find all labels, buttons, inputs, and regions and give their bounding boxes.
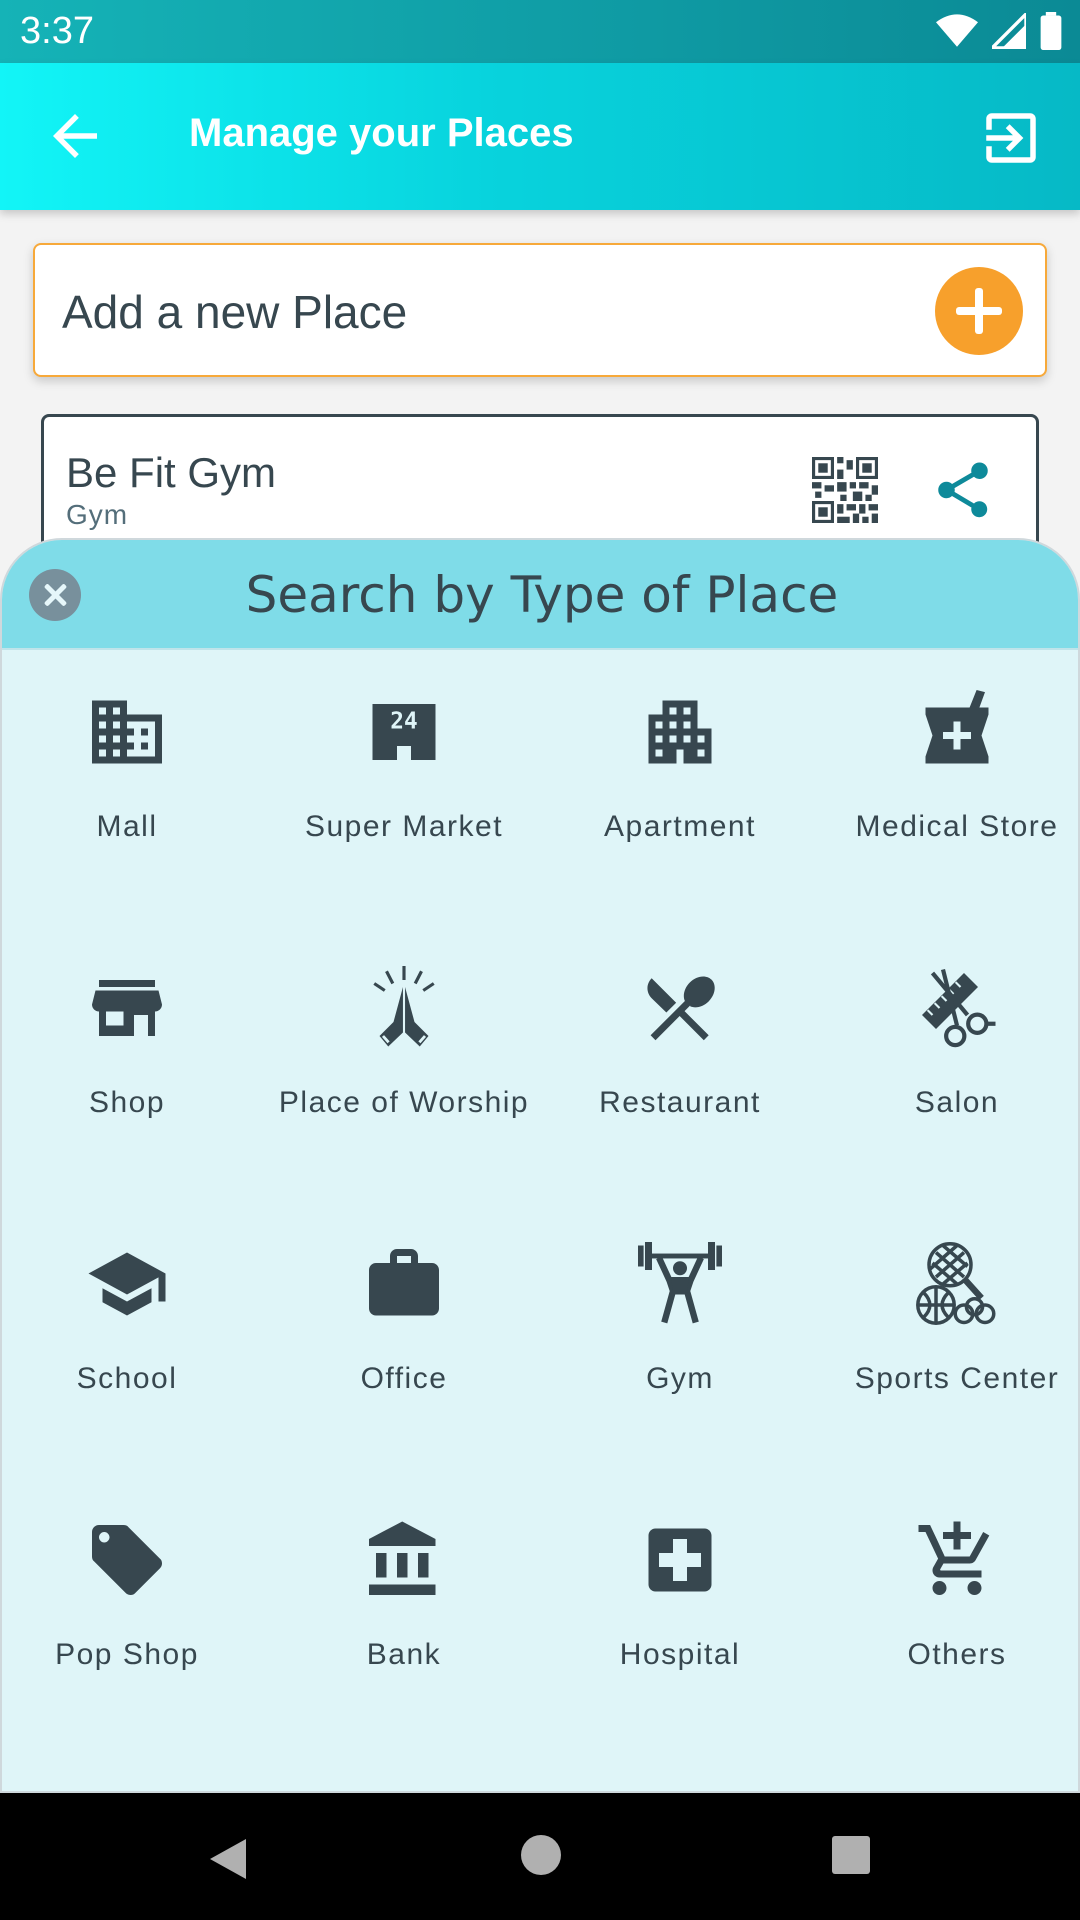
share-icon[interactable]	[930, 457, 996, 523]
place-type-medical-store[interactable]: Medical Store	[819, 690, 1078, 845]
place-name: Be Fit Gym	[66, 449, 277, 496]
status-time: 3:37	[20, 10, 94, 52]
place-type-label: Sports Center	[854, 1362, 1060, 1395]
back-arrow-icon[interactable]	[42, 103, 108, 169]
place-type-gym[interactable]: Gym	[542, 1242, 818, 1397]
place-type-label: Place of Worship	[278, 1086, 530, 1119]
place-type-label: Medical Store	[855, 810, 1059, 843]
store-24-icon: 24	[372, 704, 436, 760]
weightlifter-icon	[638, 1242, 722, 1324]
briefcase-icon	[369, 1249, 439, 1316]
place-type: Gym	[66, 499, 129, 530]
place-type-place-of-worship[interactable]: Place of Worship	[266, 966, 542, 1121]
status-bar: 3:37	[0, 0, 1080, 63]
place-type-label: Restaurant	[599, 1086, 761, 1119]
place-type-others[interactable]: Others	[819, 1518, 1078, 1673]
place-type-bank[interactable]: Bank	[266, 1518, 542, 1673]
storefront-icon	[92, 980, 162, 1036]
place-type-salon[interactable]: Salon	[819, 966, 1078, 1121]
status-icons	[936, 12, 1062, 50]
place-type-office[interactable]: Office	[266, 1242, 542, 1397]
place-type-hospital[interactable]: Hospital	[542, 1518, 818, 1673]
utensils-icon	[647, 976, 715, 1041]
exit-to-app-icon[interactable]	[978, 105, 1044, 171]
place-type-label: Salon	[914, 1086, 1000, 1119]
place-type-restaurant[interactable]: Restaurant	[542, 966, 818, 1121]
place-type-label: Shop	[88, 1086, 166, 1119]
building-icon	[92, 700, 162, 764]
nav-back-icon[interactable]	[206, 1835, 254, 1883]
qr-code-icon[interactable]	[812, 457, 878, 523]
place-type-shop[interactable]: Shop	[2, 966, 265, 1121]
place-type-label: Hospital	[619, 1638, 741, 1671]
wifi-icon	[936, 14, 978, 47]
place-type-label: Bank	[366, 1638, 442, 1671]
battery-icon	[1040, 12, 1062, 50]
scissors-comb-icon	[922, 968, 996, 1048]
nav-recents-icon[interactable]	[832, 1836, 870, 1874]
place-card[interactable]: Be Fit Gym Gym	[41, 414, 1039, 554]
place-type-label: Mall	[96, 810, 158, 843]
hospital-cross-icon	[648, 1528, 712, 1592]
place-type-label: Gym	[646, 1362, 714, 1395]
place-type-super-market[interactable]: 24 Super Market	[266, 690, 542, 845]
nav-home-icon[interactable]	[521, 1835, 561, 1875]
place-type-label: Pop Shop	[55, 1638, 199, 1671]
place-type-label: Apartment	[604, 810, 756, 843]
place-type-school[interactable]: School	[2, 1242, 265, 1397]
signal-icon	[992, 13, 1026, 49]
praying-hands-icon	[373, 966, 435, 1047]
sheet-header: Search by Type of Place	[2, 540, 1078, 650]
svg-text:24: 24	[390, 709, 417, 735]
add-place-label: Add a new Place	[62, 286, 408, 338]
add-place-button[interactable]	[935, 267, 1023, 355]
cart-plus-icon	[918, 1521, 990, 1595]
bank-icon	[369, 1521, 436, 1595]
place-type-bottom-sheet: Search by Type of Place Mall 24 Super Ma…	[0, 538, 1080, 1793]
system-nav-bar	[0, 1793, 1080, 1920]
place-type-label: Others	[907, 1638, 1007, 1671]
place-type-apartment[interactable]: Apartment	[542, 690, 818, 845]
sports-balls-icon	[916, 1242, 996, 1325]
price-tag-icon	[92, 1525, 162, 1595]
graduation-cap-icon	[88, 1252, 166, 1316]
app-bar: Manage your Places	[0, 63, 1080, 210]
add-place-card[interactable]: Add a new Place	[33, 243, 1047, 377]
apartment-icon	[648, 700, 712, 764]
place-type-pop-shop[interactable]: Pop Shop	[2, 1518, 265, 1673]
medical-store-icon	[925, 690, 989, 764]
sheet-title: Search by Type of Place	[245, 566, 839, 624]
place-type-label: Super Market	[304, 810, 504, 843]
place-type-sports-center[interactable]: Sports Center	[819, 1242, 1078, 1397]
place-type-label: School	[76, 1362, 178, 1395]
place-type-label: Office	[360, 1362, 448, 1395]
page-title: Manage your Places	[189, 111, 574, 155]
place-type-mall[interactable]: Mall	[2, 690, 265, 845]
